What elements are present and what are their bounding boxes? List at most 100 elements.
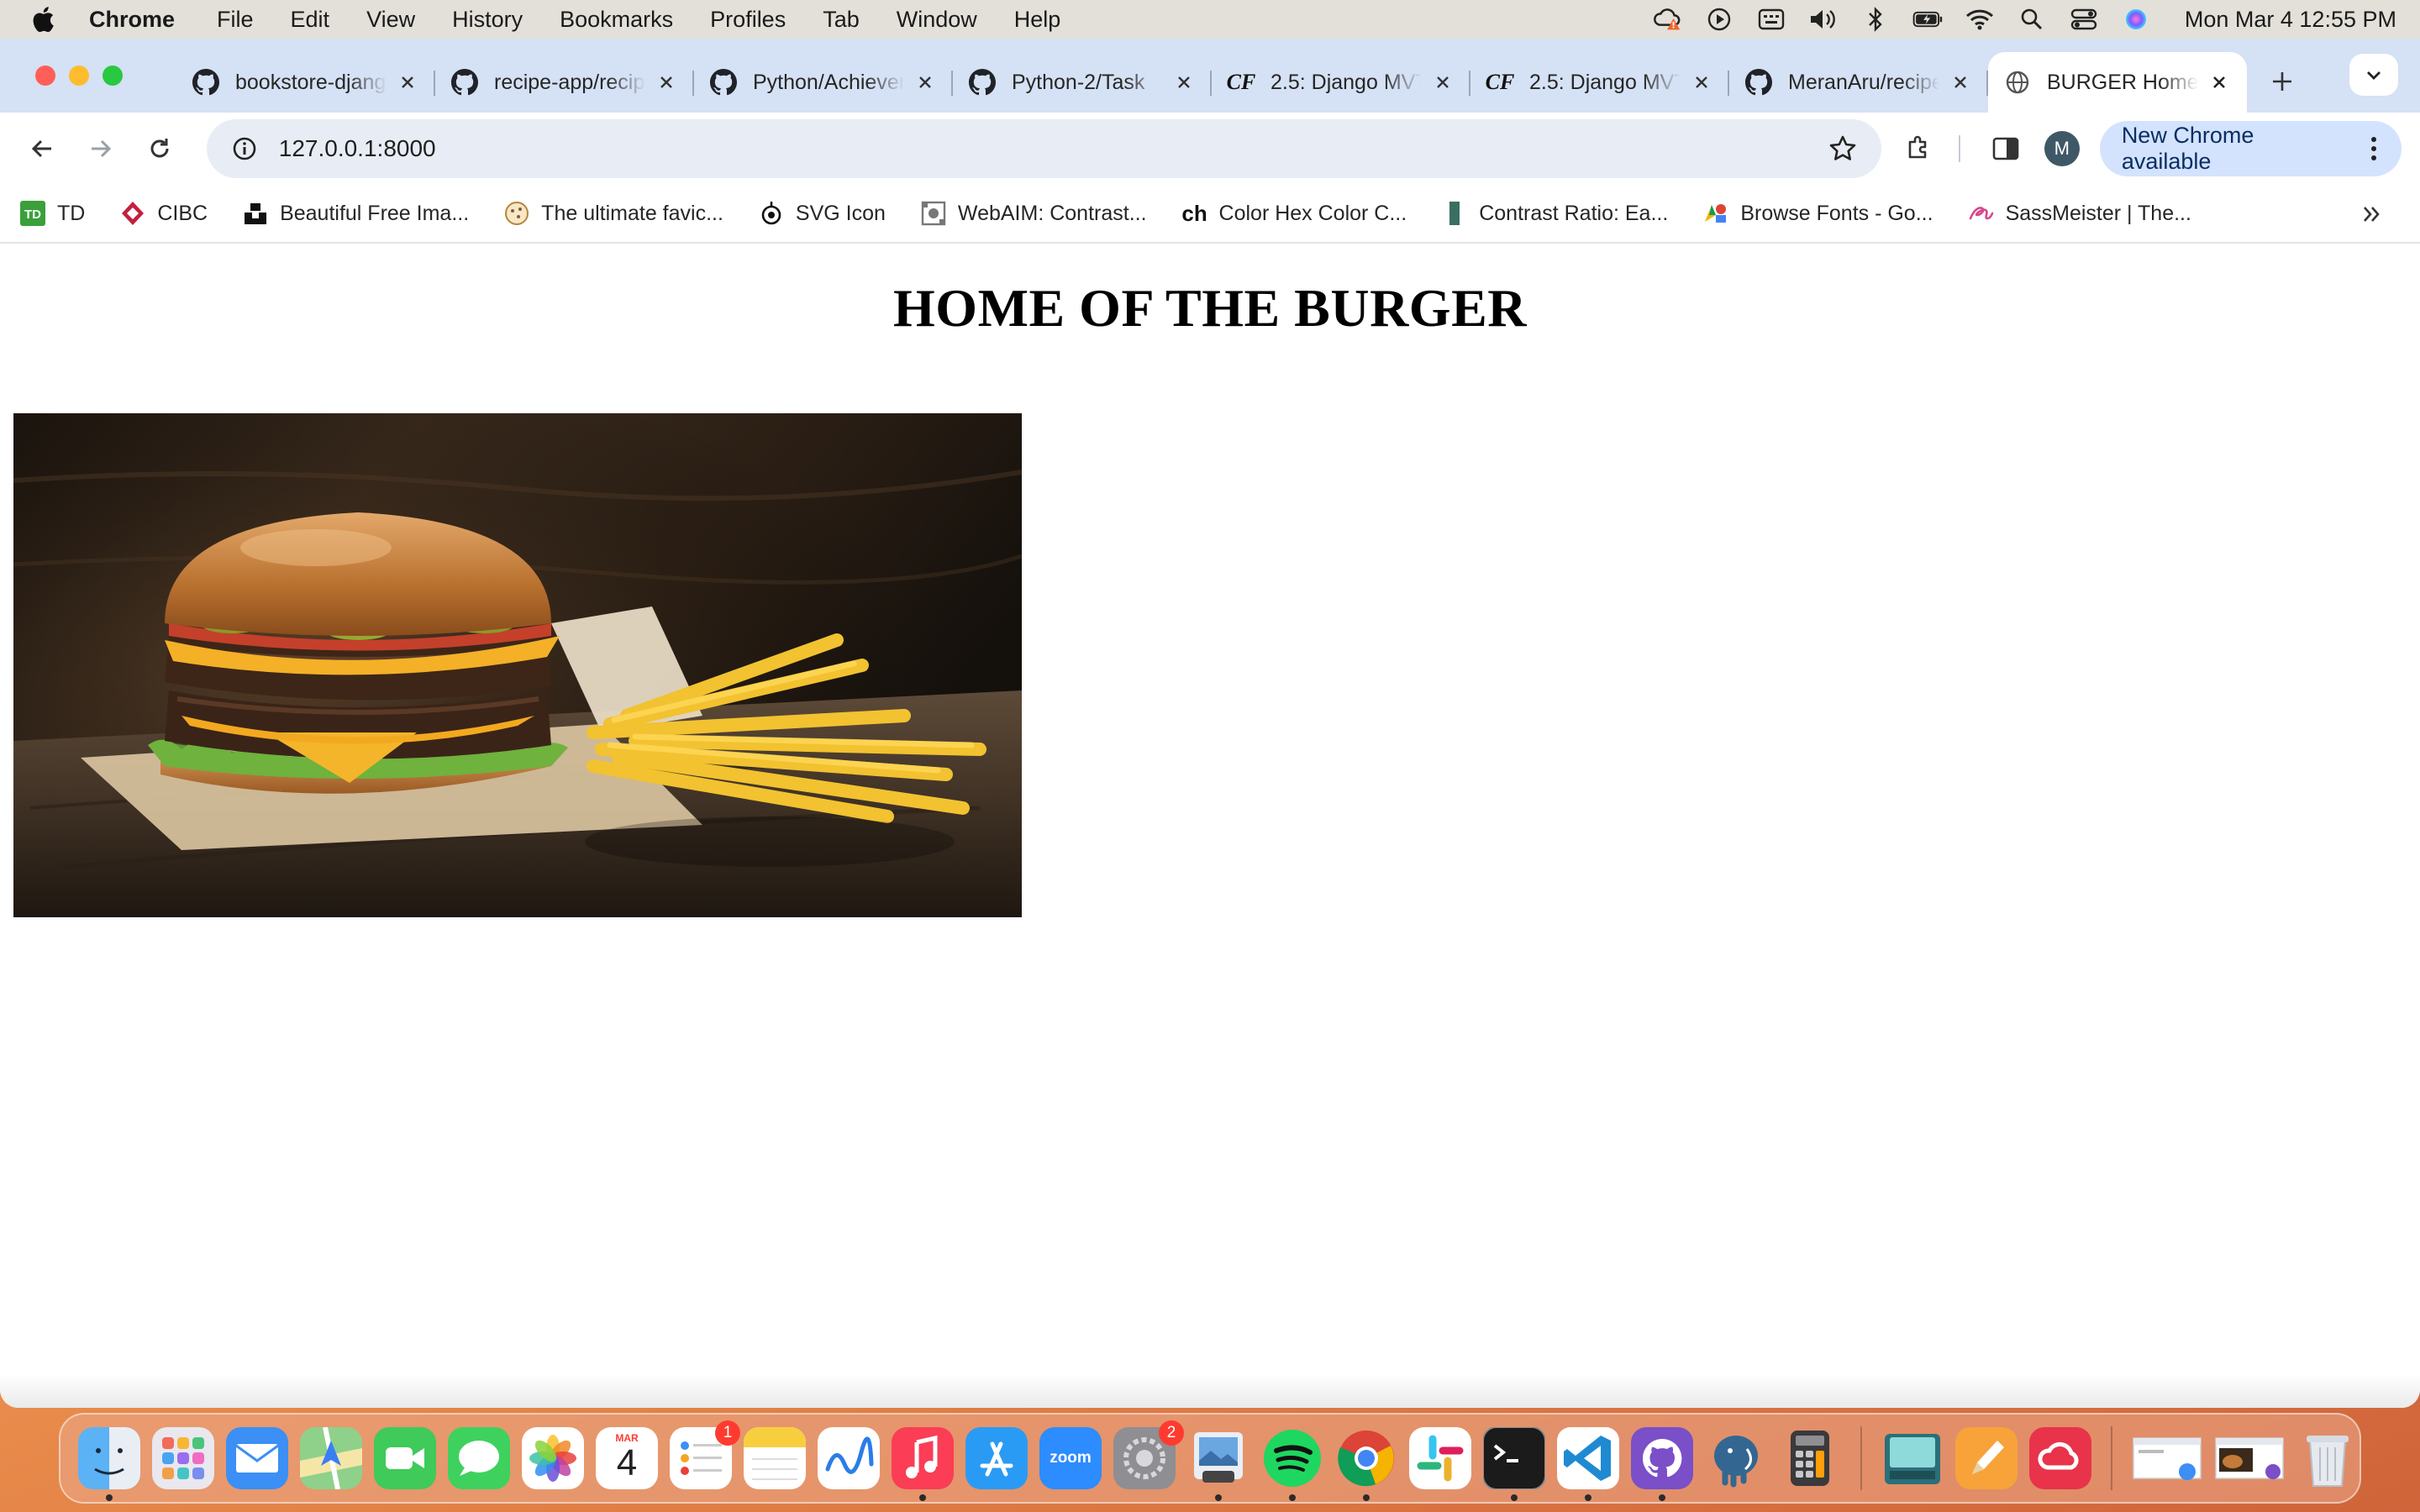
dock-mail[interactable] (226, 1427, 288, 1489)
close-tab-icon[interactable] (1173, 71, 1195, 93)
new-tab-button[interactable] (2265, 65, 2299, 98)
bookmark-label: SVG Icon (795, 201, 886, 225)
dock-reminders[interactable]: 1 (670, 1420, 740, 1489)
bookmark-cibc[interactable]: CIBC (118, 199, 208, 228)
control-center-icon[interactable] (2069, 7, 2099, 32)
dock-maps[interactable] (300, 1427, 362, 1489)
battery-charging-icon[interactable] (1912, 7, 1943, 32)
tab-django-mvt-1[interactable]: CF 2.5: Django MVT (1212, 52, 1470, 113)
forward-button[interactable] (77, 125, 124, 172)
new-chrome-available-button[interactable]: New Chrome available (2099, 121, 2402, 176)
menu-window[interactable]: Window (897, 7, 977, 33)
dock-pages[interactable] (1955, 1427, 2018, 1489)
close-window-button[interactable] (35, 66, 55, 86)
dock-system-settings[interactable]: 2 (1113, 1420, 1184, 1489)
dock-trash[interactable] (2296, 1427, 2359, 1489)
bluetooth-icon[interactable] (1860, 7, 1891, 32)
close-tab-icon[interactable] (655, 71, 677, 93)
bookmark-sassmeister[interactable]: SassMeister | The... (1967, 199, 2191, 228)
dock-notes[interactable] (744, 1427, 806, 1489)
tab-recipe-app[interactable]: recipe-app/recipe (435, 52, 694, 113)
menu-view[interactable]: View (366, 7, 415, 33)
apple-menu-icon[interactable] (30, 6, 55, 33)
side-panel-icon[interactable] (1982, 125, 2029, 172)
menu-tab[interactable]: Tab (823, 7, 860, 33)
tab-django-mvt-2[interactable]: CF 2.5: Django MVT (1470, 52, 1729, 113)
bookmark-td[interactable]: TD TD (18, 199, 85, 228)
media-play-icon[interactable] (1704, 7, 1734, 32)
notes-icon (744, 1427, 806, 1489)
back-button[interactable] (18, 125, 66, 172)
tab-bookstore-django[interactable]: bookstore-django (176, 52, 435, 113)
site-info-icon[interactable] (229, 133, 260, 165)
bookmark-google-fonts[interactable]: Browse Fonts - Go... (1702, 199, 1933, 228)
dock-finder[interactable] (78, 1427, 140, 1501)
spotlight-search-icon[interactable] (2017, 7, 2047, 32)
zoom-window-button[interactable] (103, 66, 123, 86)
siri-icon[interactable] (2121, 7, 2151, 32)
dock-recent-window-1[interactable] (2132, 1427, 2202, 1489)
dock-postgresql[interactable] (1705, 1427, 1767, 1489)
dock-launchpad[interactable] (152, 1427, 214, 1489)
menu-edit[interactable]: Edit (291, 7, 330, 33)
keyboard-input-icon[interactable] (1756, 7, 1786, 32)
dock-app-store[interactable] (965, 1427, 1028, 1489)
bookmark-unsplash[interactable]: Beautiful Free Ima... (241, 199, 469, 228)
bookmark-webaim[interactable]: WebAIM: Contrast... (919, 199, 1147, 228)
close-tab-icon[interactable] (1432, 71, 1454, 93)
dock-facetime[interactable] (374, 1427, 436, 1489)
dock-calculator[interactable] (1779, 1427, 1841, 1489)
bookmark-svg-icon[interactable]: SVG Icon (757, 199, 886, 228)
close-tab-icon[interactable] (1949, 71, 1971, 93)
menu-profiles[interactable]: Profiles (710, 7, 786, 33)
dock-calendar[interactable]: MAR 4 (596, 1427, 658, 1489)
dock-github-desktop[interactable] (1631, 1427, 1693, 1501)
dock-creative-cloud[interactable] (2029, 1427, 2091, 1489)
trash-icon (2307, 1436, 2349, 1487)
dock-messages[interactable] (448, 1427, 510, 1489)
url-text[interactable]: 127.0.0.1:8000 (279, 135, 1826, 162)
chrome-menu-icon[interactable] (2361, 136, 2386, 161)
dock-recent-window-2[interactable] (2214, 1427, 2285, 1489)
dock-plugin-scan[interactable] (1881, 1427, 1944, 1489)
menu-file[interactable]: File (217, 7, 254, 33)
extensions-icon[interactable] (1895, 125, 1942, 172)
dock-vscode[interactable] (1557, 1427, 1619, 1501)
menubar-clock[interactable]: Mon Mar 4 12:55 PM (2185, 7, 2396, 33)
minimize-window-button[interactable] (69, 66, 89, 86)
close-tab-icon[interactable] (397, 71, 418, 93)
bookmark-label: Browse Fonts - Go... (1740, 201, 1933, 225)
reload-button[interactable] (136, 125, 183, 172)
bookmark-favicon-generator[interactable]: The ultimate favic... (502, 199, 723, 228)
bookmark-star-icon[interactable] (1826, 132, 1860, 165)
wifi-icon[interactable] (1965, 7, 1995, 32)
close-tab-icon[interactable] (1691, 71, 1712, 93)
tab-burger-home[interactable]: BURGER Home (1988, 52, 2247, 113)
tab-python-2-task[interactable]: Python-2/Task (953, 52, 1212, 113)
dock-chrome[interactable] (1335, 1427, 1397, 1501)
profile-avatar[interactable]: M (2044, 131, 2080, 166)
bookmark-colorhex[interactable]: ch Color Hex Color C... (1181, 199, 1407, 228)
menu-app-chrome[interactable]: Chrome (89, 7, 175, 33)
bookmark-contrast-ratio[interactable]: Contrast Ratio: Ea... (1440, 199, 1668, 228)
menu-history[interactable]: History (452, 7, 523, 33)
dock-terminal[interactable] (1483, 1427, 1545, 1501)
creative-cloud-warning-icon[interactable] (1652, 7, 1682, 32)
dock-photos[interactable] (522, 1427, 584, 1489)
more-bookmarks-chevron-icon[interactable] (2358, 200, 2386, 228)
dock-spotify[interactable] (1261, 1427, 1323, 1501)
tab-meranaru-recipe[interactable]: MeranAru/recipe (1729, 52, 1988, 113)
menu-bookmarks[interactable]: Bookmarks (560, 7, 673, 33)
close-tab-icon[interactable] (2208, 71, 2230, 93)
address-bar[interactable]: 127.0.0.1:8000 (206, 119, 1882, 178)
volume-icon[interactable] (1808, 7, 1839, 32)
menu-help[interactable]: Help (1014, 7, 1061, 33)
dock-freeform[interactable] (818, 1427, 880, 1489)
tab-python-achievement[interactable]: Python/Achievement (694, 52, 953, 113)
dock-preview[interactable] (1187, 1427, 1249, 1501)
tab-search-button[interactable] (2349, 54, 2398, 96)
dock-music[interactable] (892, 1427, 954, 1501)
close-tab-icon[interactable] (914, 71, 936, 93)
dock-slack[interactable] (1409, 1427, 1471, 1489)
dock-zoom[interactable]: zoom (1039, 1427, 1102, 1489)
